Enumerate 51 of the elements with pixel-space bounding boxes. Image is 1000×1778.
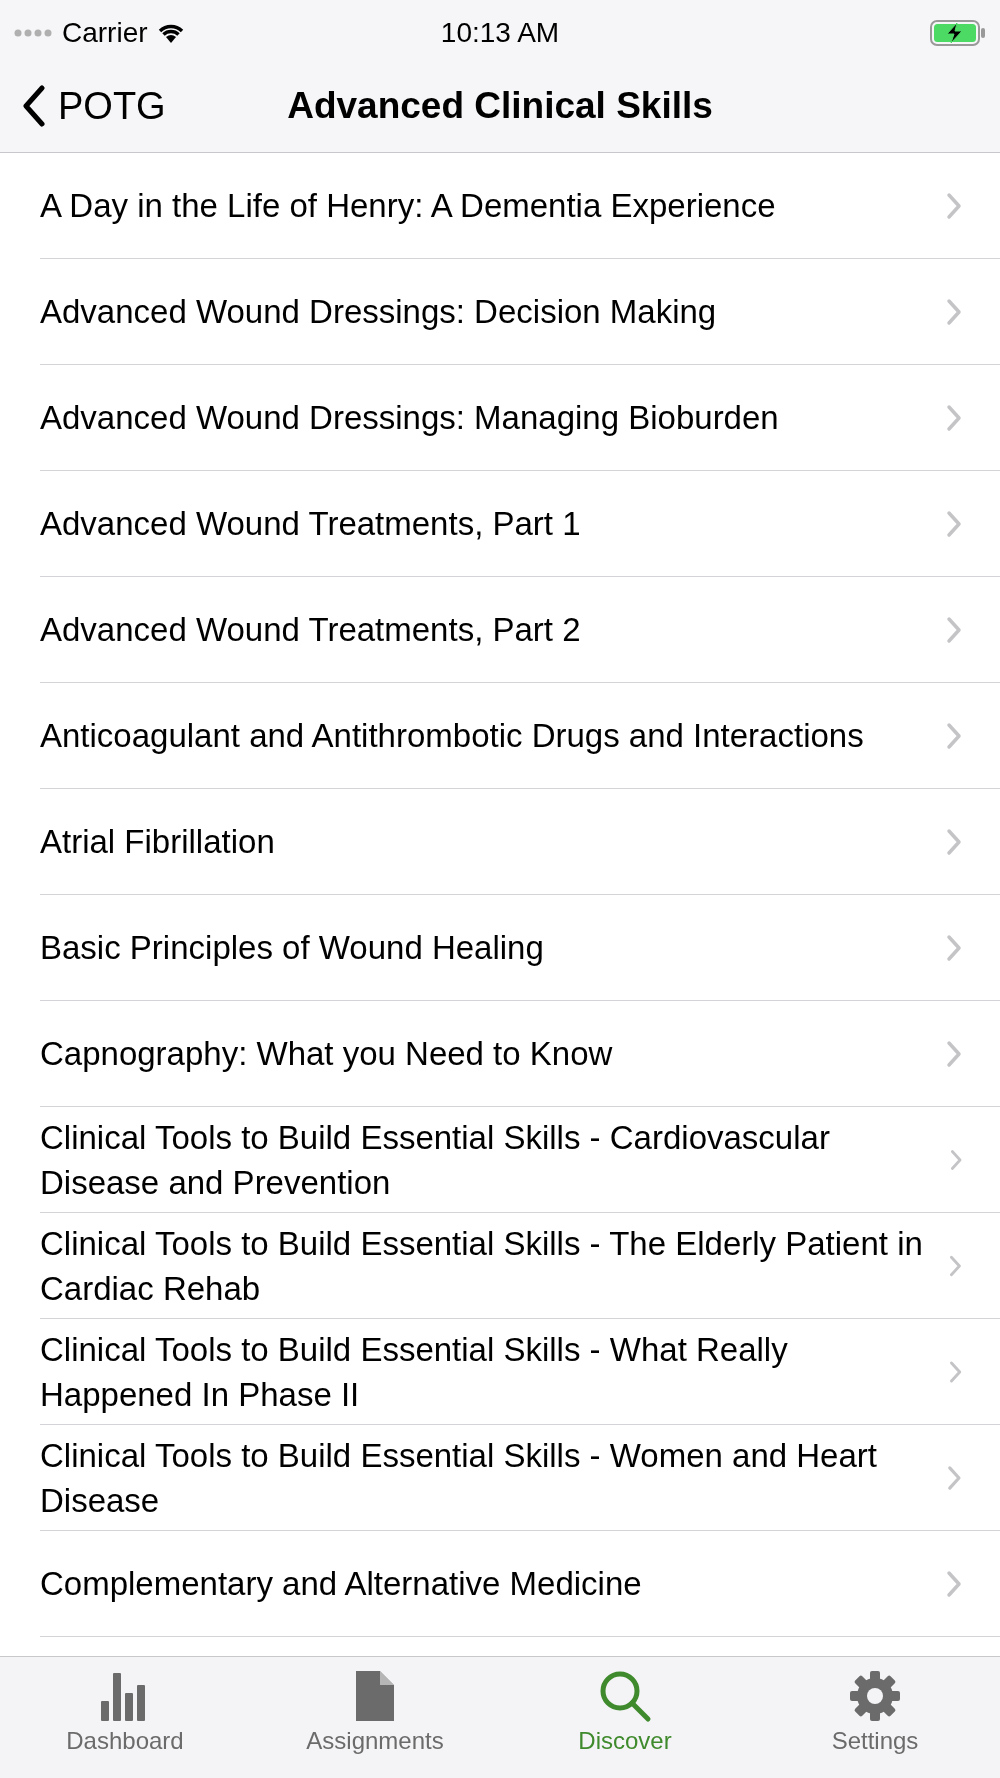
tab-bar-item[interactable]: Assignments [250, 1657, 500, 1778]
course-list-item[interactable]: Clinical Tools to Build Essential Skills - What Really Happened In Phase II [40, 1319, 1000, 1425]
course-title: Advanced Wound Treatments, Part 1 [40, 504, 581, 544]
chevron-icon [946, 933, 962, 962]
course-list-item[interactable]: Anticoagulant and Antithrombotic Drugs and Interactions [40, 683, 1000, 789]
course-title: Atrial Fibrillation [40, 822, 275, 862]
chevron-icon [946, 827, 962, 856]
tab-bar-item[interactable]: Settings [750, 1657, 1000, 1778]
status-time: 10:13 AM [440, 17, 560, 49]
course-list-item[interactable]: Atrial Fibrillation [40, 789, 1000, 895]
course-list-item[interactable]: Advanced Wound Dressings: Decision Making [40, 259, 1000, 365]
search-icon [598, 1669, 652, 1723]
carrier-name: Carrier [62, 17, 148, 49]
course-list-item[interactable]: A Day in the Life of Henry: A Dementia Experience [40, 153, 1000, 259]
course-list-item[interactable]: Advanced Wound Treatments, Part 1 [40, 471, 1000, 577]
back-chevron-icon [22, 85, 46, 127]
chevron-icon [946, 509, 962, 538]
course-title: Anticoagulant and Antithrombotic Drugs and Interactions [40, 716, 864, 756]
back-button[interactable]: POTG [0, 84, 166, 128]
course-list-item[interactable]: Complementary and Alternative Medicine [40, 1531, 1000, 1637]
course-title: Clinical Tools to Build Essential Skills - What Really Happened In Phase II [40, 1329, 789, 1415]
screen-title: Advanced Clinical Skills [287, 85, 713, 127]
course-title: Advanced Wound Treatments, Part 2 [40, 610, 581, 650]
chevron-icon [946, 403, 962, 432]
course-title: Advanced Wound Dressings: Managing Bioburden [40, 398, 779, 438]
chevron-icon [947, 1463, 962, 1492]
course-list-item[interactable]: Advanced Wound Treatments, Part 2 [40, 577, 1000, 683]
course-title: Clinical Tools to Build Essential Skills - Women and Heart Disease [40, 1435, 878, 1521]
tab-bar-item[interactable]: Discover [500, 1657, 750, 1778]
chevron-icon [946, 615, 962, 644]
course-list-item[interactable]: Clinical Tools to Build Essential Skills - Women and Heart Disease [40, 1425, 1000, 1531]
course-list-item[interactable]: Clinical Tools to Build Essential Skills - Cardiovascular Disease and Prevention [40, 1107, 1000, 1213]
course-title: Capnography: What you Need to Know [40, 1034, 613, 1074]
chevron-icon [946, 297, 962, 326]
chevron-icon [946, 191, 962, 220]
course-list-item[interactable]: Basic Principles of Wound Healing [40, 895, 1000, 1001]
course-list-item[interactable]: Clinical Tools to Build Essential Skills - The Elderly Patient in Cardiac Rehab [40, 1213, 1000, 1319]
course-title: Complementary and Alternative Medicine [40, 1564, 642, 1604]
course-title: Basic Principles of Wound Healing [40, 928, 544, 968]
tab-bar-item[interactable]: Dashboard [0, 1657, 250, 1778]
chevron-icon [946, 1039, 962, 1068]
chevron-icon [946, 721, 962, 750]
course-title: Advanced Wound Dressings: Decision Making [40, 292, 717, 332]
chevron-icon [946, 1569, 962, 1598]
course-title: A Day in the Life of Henry: A Dementia Experience [40, 186, 776, 226]
course-title: Clinical Tools to Build Essential Skills - The Elderly Patient in Cardiac Rehab [40, 1223, 924, 1309]
settings-icon [848, 1669, 902, 1723]
signal-icon [14, 29, 54, 37]
course-list-item[interactable]: Capnography: What you Need to Know [40, 1001, 1000, 1107]
course-list-item[interactable]: Advanced Wound Dressings: Managing Bioburden [40, 365, 1000, 471]
course-title: Clinical Tools to Build Essential Skills - Cardiovascular Disease and Prevention [40, 1117, 831, 1203]
